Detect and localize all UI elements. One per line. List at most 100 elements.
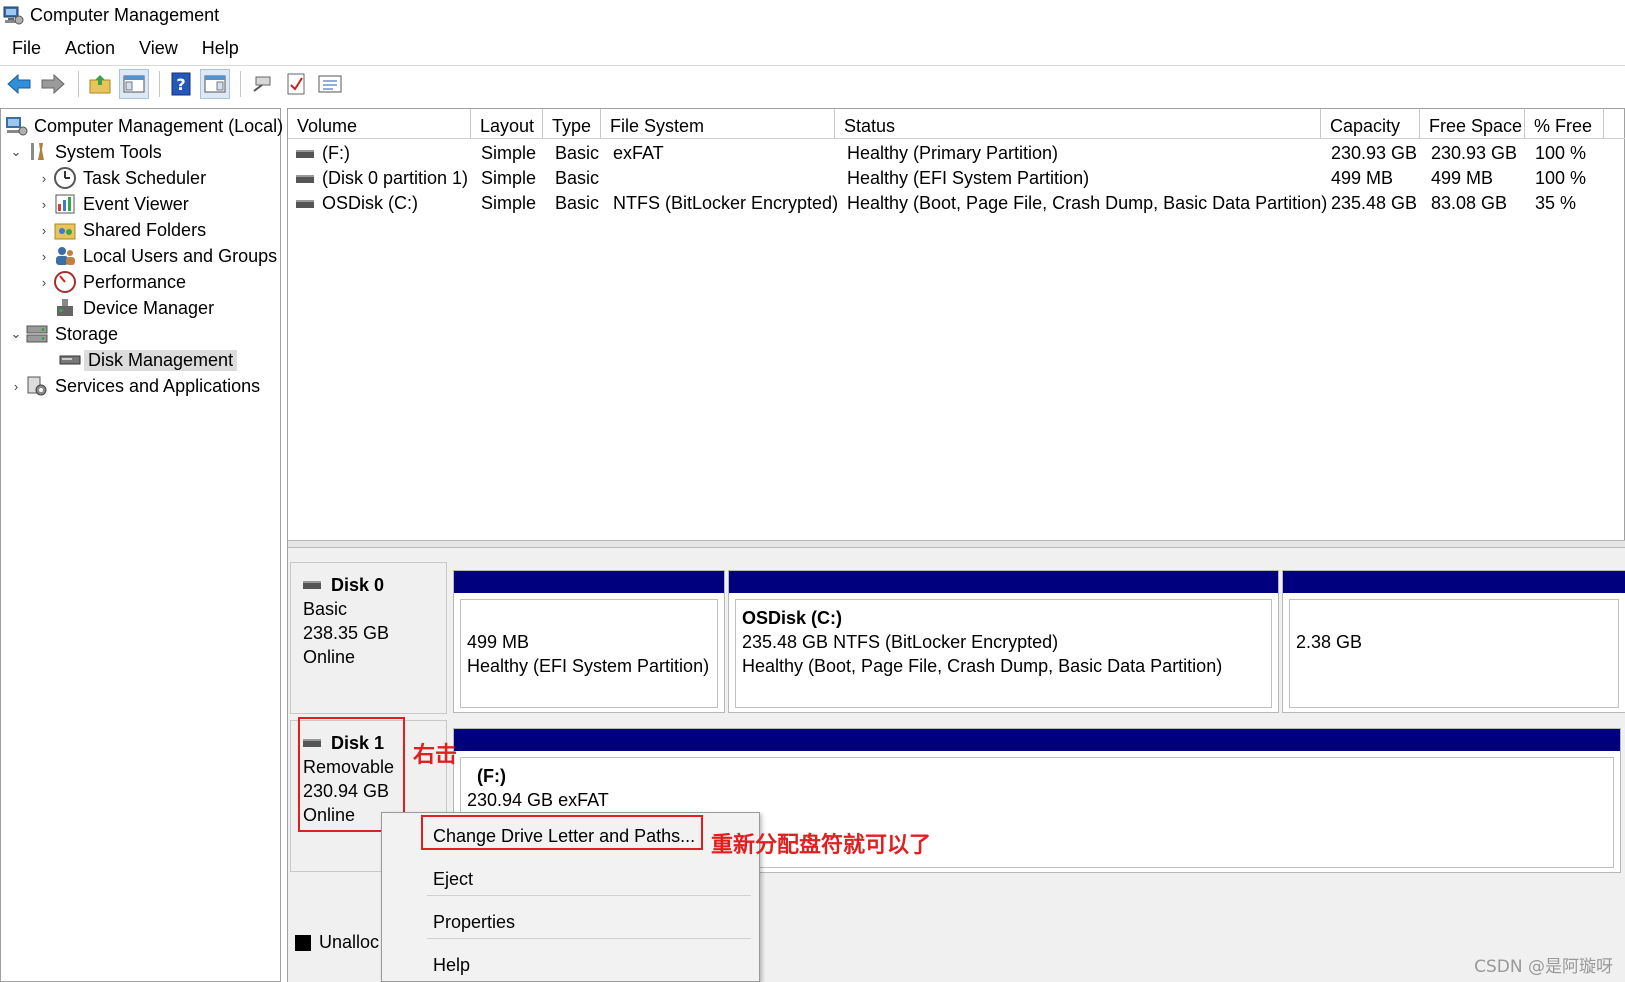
tree-item-disk-management[interactable]: Disk Management [58, 347, 238, 373]
tree-item-event-viewer[interactable]: › Event Viewer [35, 191, 189, 217]
percent-free-cell: 100 % [1535, 168, 1587, 188]
partition-name: (F:) [477, 766, 506, 786]
disk-0-size: 238.35 GB [303, 623, 390, 643]
free-space-cell: 83.08 GB [1431, 193, 1508, 213]
chevron-right-icon[interactable]: › [35, 275, 53, 290]
up-one-level-button[interactable] [85, 69, 115, 99]
partition-body: OSDisk (C:) 235.48 GB NTFS (BitLocker En… [735, 599, 1272, 708]
computer-management-icon [3, 6, 24, 25]
chevron-right-icon[interactable]: › [35, 249, 53, 264]
capacity-cell: 230.93 GB [1331, 143, 1418, 163]
clock-icon [54, 167, 76, 189]
partition-bar [454, 729, 1620, 751]
connect-icon [253, 76, 271, 92]
disk-icon [303, 581, 321, 589]
tree-label: Computer Management (Local) [34, 115, 284, 136]
menu-item-eject[interactable]: Eject [382, 859, 759, 899]
layout-cell: Simple [481, 193, 537, 213]
menu-help[interactable]: Help [190, 38, 251, 59]
chevron-right-icon[interactable]: › [35, 171, 53, 186]
tree-label: Task Scheduler [83, 167, 207, 188]
tree-label: Storage [55, 323, 119, 344]
disk-0-type: Basic [303, 599, 348, 619]
tree-item-task-scheduler[interactable]: › Task Scheduler [35, 165, 206, 191]
free-space-cell: 230.93 GB [1431, 143, 1518, 163]
drive-icon [296, 199, 314, 208]
column-free-space[interactable]: Free Space [1420, 109, 1525, 139]
volume-row[interactable]: (F:) Simple Basic exFAT Healthy (Primary… [288, 141, 1625, 166]
tree-label: Shared Folders [83, 219, 207, 240]
menu-separator [427, 938, 751, 939]
show-hide-action-pane-button[interactable] [200, 68, 230, 99]
chevron-right-icon[interactable]: › [7, 379, 25, 394]
tree-item-computer-management[interactable]: Computer Management (Local) [4, 113, 283, 139]
volume-row[interactable]: OSDisk (C:) Simple Basic NTFS (BitLocker… [288, 191, 1625, 216]
back-arrow-icon [7, 73, 31, 94]
forward-button[interactable] [38, 69, 68, 99]
chevron-right-icon[interactable]: › [35, 197, 53, 212]
menu-view[interactable]: View [127, 38, 190, 59]
type-cell: Basic [555, 168, 600, 188]
volume-name: (Disk 0 partition 1) [322, 168, 469, 188]
volume-cell: (F:) [296, 141, 350, 166]
pane-splitter[interactable] [288, 540, 1625, 548]
disk-0-label[interactable]: Disk 0 Basic 238.35 GB Online [290, 562, 447, 714]
status-cell: Healthy (Boot, Page File, Crash Dump, Ba… [847, 193, 1328, 213]
status-cell: Healthy (Primary Partition) [847, 143, 1059, 163]
tree-item-performance[interactable]: › Performance [35, 269, 186, 295]
tree-item-system-tools[interactable]: ⌄ System Tools [7, 139, 162, 165]
percent-free-cell: 35 % [1535, 193, 1577, 213]
device-manager-icon [57, 299, 73, 316]
help-button[interactable]: ? [166, 69, 196, 99]
shared-folder-icon [54, 223, 76, 240]
title-bar: Computer Management [0, 0, 1625, 30]
menu-action[interactable]: Action [53, 38, 127, 59]
menu-item-help[interactable]: Help [382, 945, 759, 982]
chevron-down-icon[interactable]: ⌄ [7, 144, 25, 160]
tree-item-device-manager[interactable]: Device Manager [53, 295, 214, 321]
volume-row[interactable]: (Disk 0 partition 1) Simple Basic Health… [288, 166, 1625, 191]
partition-unallocated[interactable]: 2.38 GB [1282, 570, 1625, 713]
column-volume[interactable]: Volume [288, 109, 471, 139]
capacity-cell: 235.48 GB [1331, 193, 1418, 213]
volume-list-header: Volume Layout Type File System Status Ca… [288, 109, 1625, 139]
file-system-cell: exFAT [613, 143, 664, 163]
tree-item-shared-folders[interactable]: › Shared Folders [35, 217, 206, 243]
column-layout[interactable]: Layout [471, 109, 543, 139]
toolbar-separator [159, 70, 160, 97]
column-type[interactable]: Type [543, 109, 601, 139]
column-file-system[interactable]: File System [601, 109, 835, 139]
tree-item-services-applications[interactable]: › Services and Applications [7, 373, 260, 399]
volume-cell: (Disk 0 partition 1) [296, 166, 468, 191]
column-percent-free[interactable]: % Free [1525, 109, 1604, 139]
column-capacity[interactable]: Capacity [1321, 109, 1420, 139]
tree-item-local-users[interactable]: › Local Users and Groups [35, 243, 277, 269]
partition-efi[interactable]: 499 MB Healthy (EFI System Partition) [453, 570, 725, 713]
partition-osdisk[interactable]: OSDisk (C:) 235.48 GB NTFS (BitLocker En… [728, 570, 1279, 713]
services-icon [27, 376, 47, 396]
chevron-down-icon[interactable]: ⌄ [7, 326, 25, 342]
menu-item-properties[interactable]: Properties [382, 902, 759, 942]
partition-info: 235.48 GB NTFS (BitLocker Encrypted) [742, 632, 1059, 652]
chevron-right-icon[interactable]: › [35, 223, 53, 238]
storage-icon [26, 325, 48, 343]
show-hide-tree-button[interactable] [119, 68, 149, 99]
unallocated-swatch [295, 934, 311, 951]
disk-management-icon [59, 355, 81, 365]
show-hide-action-pane-icon [204, 75, 226, 92]
tree-label: Services and Applications [55, 375, 261, 396]
back-button[interactable] [4, 69, 34, 99]
partition-body: 499 MB Healthy (EFI System Partition) [460, 599, 718, 708]
connect-button[interactable] [247, 69, 277, 99]
capacity-cell: 499 MB [1331, 168, 1394, 188]
column-status[interactable]: Status [835, 109, 1321, 139]
partition-body: 2.38 GB [1289, 599, 1619, 708]
menu-file[interactable]: File [0, 38, 53, 59]
checklist-button[interactable] [281, 69, 311, 99]
tree-item-storage[interactable]: ⌄ Storage [7, 321, 119, 347]
toolbar-separator [240, 70, 241, 97]
volume-cell: OSDisk (C:) [296, 191, 418, 216]
properties-list-button[interactable] [315, 69, 345, 99]
properties-list-icon [318, 75, 342, 92]
annotation-right-click: 右击 [413, 743, 458, 768]
